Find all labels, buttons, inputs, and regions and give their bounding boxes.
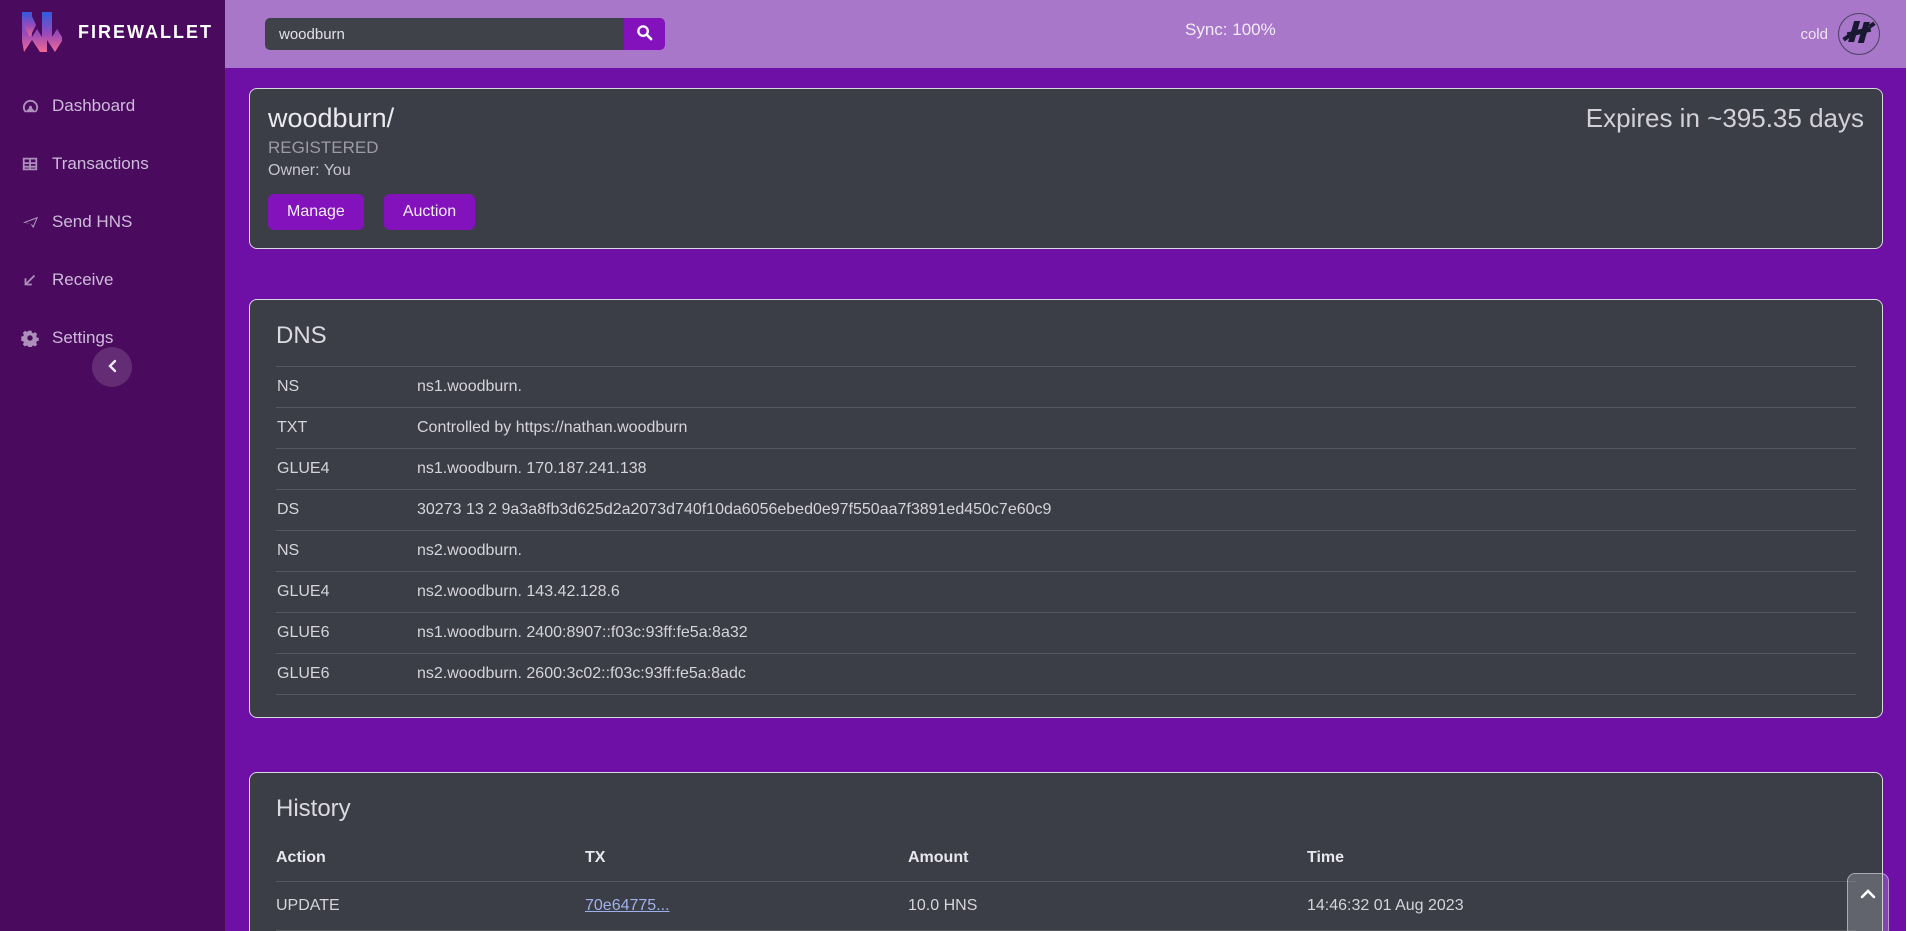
dns-record-value: ns2.woodburn. 2600:3c02::f03c:93ff:fe5a:…	[417, 665, 1856, 683]
dns-record-type: GLUE4	[276, 460, 417, 478]
firewallet-logo-icon	[20, 11, 64, 53]
main-content: woodburn/ Expires in ~395.35 days REGIST…	[225, 68, 1906, 931]
brand: FIREWALLET	[0, 0, 225, 64]
chevron-up-icon	[1860, 888, 1876, 931]
history-amount: 10.0 HNS	[908, 882, 1307, 931]
table-icon	[20, 154, 40, 174]
receive-arrow-icon	[20, 270, 40, 290]
dns-card-title: DNS	[268, 316, 1864, 366]
brand-name: FIREWALLET	[78, 22, 213, 43]
history-header-action: Action	[276, 839, 585, 882]
dns-record-value: Controlled by https://nathan.woodburn	[417, 419, 1856, 437]
sidebar-item-label: Transactions	[52, 154, 149, 174]
domain-expiry: Expires in ~395.35 days	[1586, 103, 1864, 134]
sidebar-item-label: Dashboard	[52, 96, 135, 116]
wallet-group: cold	[1800, 0, 1880, 68]
sync-status: Sync: 100%	[1185, 20, 1276, 40]
history-header-time: Time	[1307, 839, 1856, 882]
dns-record-type: DS	[276, 501, 417, 519]
sidebar-item-send-hns[interactable]: Send HNS	[0, 198, 225, 246]
domain-card-head: woodburn/ Expires in ~395.35 days	[268, 103, 1864, 134]
wallet-name: cold	[1800, 26, 1828, 43]
dns-record-row: TXT Controlled by https://nathan.woodbur…	[276, 408, 1856, 449]
domain-actions: Manage Auction	[268, 194, 1864, 230]
topbar: Sync: 100% cold	[225, 0, 1906, 68]
gauge-icon	[20, 96, 40, 116]
manage-button[interactable]: Manage	[268, 194, 364, 230]
history-time: 14:46:32 01 Aug 2023	[1307, 882, 1856, 931]
tx-link[interactable]: 70e64775...	[585, 897, 670, 914]
search-group	[265, 18, 665, 50]
dns-record-row: NS ns2.woodburn.	[276, 531, 1856, 572]
history-card-title: History	[268, 789, 1864, 839]
domain-owner: Owner: You	[268, 162, 1864, 180]
history-row: UPDATE 70e64775... 10.0 HNS 14:46:32 01 …	[276, 882, 1856, 931]
history-card: History Action TX Amount Time UPDATE 70e…	[249, 772, 1883, 931]
dns-record-value: ns1.woodburn. 170.187.241.138	[417, 460, 1856, 478]
dns-record-type: GLUE4	[276, 583, 417, 601]
dns-card: DNS NS ns1.woodburn. TXT Controlled by h…	[249, 299, 1883, 718]
dns-record-value: 30273 13 2 9a3a8fb3d625d2a2073d740f10da6…	[417, 501, 1856, 519]
history-header-row: Action TX Amount Time	[276, 839, 1856, 882]
dns-record-row: GLUE4 ns1.woodburn. 170.187.241.138	[276, 449, 1856, 490]
gear-icon	[20, 328, 40, 348]
dns-record-value: ns2.woodburn. 143.42.128.6	[417, 583, 1856, 601]
dns-record-type: NS	[276, 542, 417, 560]
dns-record-row: GLUE6 ns1.woodburn. 2400:8907::f03c:93ff…	[276, 613, 1856, 654]
dns-record-value: ns2.woodburn.	[417, 542, 1856, 560]
sidebar-item-transactions[interactable]: Transactions	[0, 140, 225, 188]
dns-record-row: DS 30273 13 2 9a3a8fb3d625d2a2073d740f10…	[276, 490, 1856, 531]
domain-title: woodburn/	[268, 103, 394, 134]
sidebar-nav: Dashboard Transactions Send HNS Receive …	[0, 82, 225, 362]
wallet-avatar[interactable]	[1838, 13, 1880, 55]
search-icon	[636, 24, 653, 44]
dns-record-type: NS	[276, 378, 417, 396]
sidebar-item-label: Send HNS	[52, 212, 132, 232]
dns-record-row: GLUE4 ns2.woodburn. 143.42.128.6	[276, 572, 1856, 613]
search-input[interactable]	[265, 18, 624, 50]
history-action: UPDATE	[276, 882, 585, 931]
sidebar: FIREWALLET Dashboard Transactions Send H…	[0, 0, 225, 931]
sidebar-collapse-button[interactable]	[92, 347, 132, 387]
search-button[interactable]	[624, 18, 665, 50]
dns-record-value: ns1.woodburn. 2400:8907::f03c:93ff:fe5a:…	[417, 624, 1856, 642]
sidebar-item-label: Receive	[52, 270, 113, 290]
sidebar-item-dashboard[interactable]: Dashboard	[0, 82, 225, 130]
dns-record-row: NS ns1.woodburn.	[276, 367, 1856, 408]
handshake-logo-icon	[1839, 12, 1879, 57]
domain-card: woodburn/ Expires in ~395.35 days REGIST…	[249, 88, 1883, 249]
dns-record-type: GLUE6	[276, 624, 417, 642]
dns-record-type: TXT	[276, 419, 417, 437]
sidebar-item-receive[interactable]: Receive	[0, 256, 225, 304]
history-header-tx: TX	[585, 839, 908, 882]
sidebar-item-label: Settings	[52, 328, 113, 348]
scroll-to-top-button[interactable]	[1847, 873, 1889, 931]
dns-record-type: GLUE6	[276, 665, 417, 683]
history-header-amount: Amount	[908, 839, 1307, 882]
dns-record-value: ns1.woodburn.	[417, 378, 1856, 396]
dns-record-row: GLUE6 ns2.woodburn. 2600:3c02::f03c:93ff…	[276, 654, 1856, 695]
send-icon	[20, 212, 40, 232]
domain-status: REGISTERED	[268, 138, 1864, 158]
auction-button[interactable]: Auction	[384, 194, 475, 230]
chevron-left-icon	[106, 356, 118, 379]
